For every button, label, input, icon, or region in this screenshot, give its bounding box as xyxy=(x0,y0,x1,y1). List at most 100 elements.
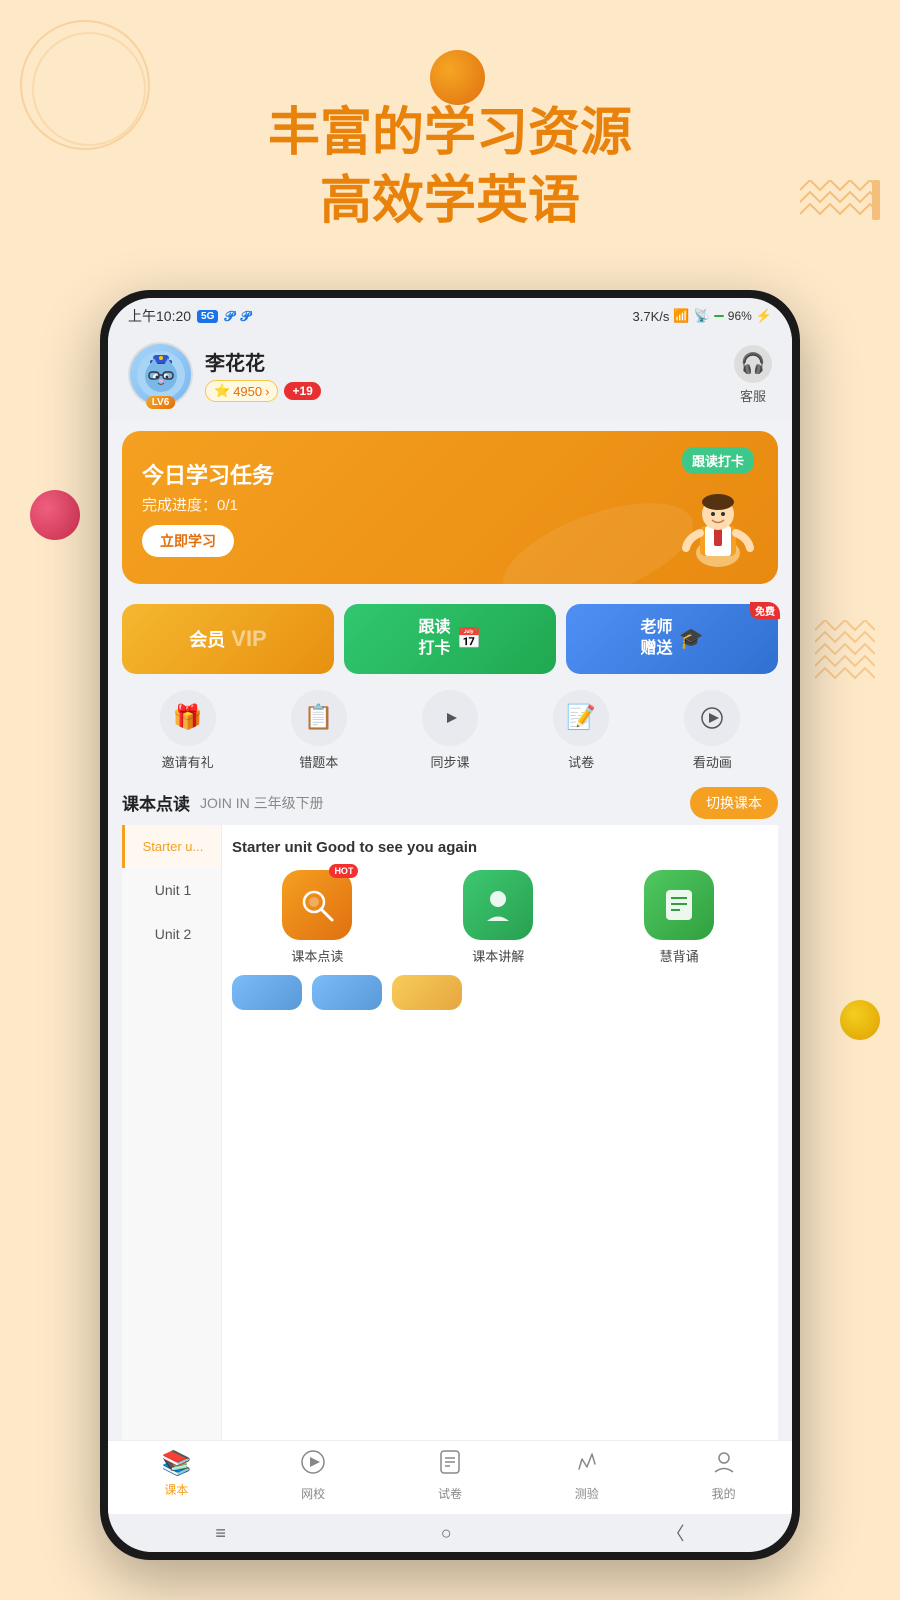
hero-section: 丰富的学习资源 高效学英语 xyxy=(0,100,900,235)
teacher-gift-button[interactable]: 免费 老师赠送 🎓 xyxy=(566,604,778,674)
invite-label: 邀请有礼 xyxy=(162,752,214,771)
sync-label: 同步课 xyxy=(430,752,469,771)
nav-test-icon xyxy=(574,1449,600,1482)
status-time: 上午10:20 xyxy=(128,306,191,326)
sync-icon xyxy=(422,690,478,746)
vip-label: 会员 xyxy=(189,626,225,652)
animation-item[interactable]: 看动画 xyxy=(684,690,740,771)
level-badge: LV6 xyxy=(146,396,176,409)
lesson-card-explain[interactable]: 课本讲解 xyxy=(413,870,584,965)
more-card-1 xyxy=(232,975,302,1010)
task-badge: 跟读打卡 xyxy=(682,447,754,474)
memory-label: 慧背诵 xyxy=(660,946,699,965)
status-5g: 5G xyxy=(197,310,218,323)
task-title: 今日学习任务 xyxy=(142,458,274,490)
lesson-explain-label: 课本讲解 xyxy=(472,946,524,965)
status-bar: 上午10:20 5G 𝒫 𝒫 3.7K/s 📶 📡 96% ⚡ xyxy=(108,298,792,334)
textbook-reading-label: 课本点读 xyxy=(291,946,343,965)
more-card-2 xyxy=(312,975,382,1010)
back-gesture[interactable]: 〈 xyxy=(667,1520,685,1546)
unit-sidebar: Starter u... Unit 1 Unit 2 xyxy=(122,825,222,1440)
profile-left: LV6 李花花 ⭐ 4950 › +19 xyxy=(128,342,321,407)
errors-label: 错题本 xyxy=(299,752,338,771)
lesson-title: Starter unit Good to see you again xyxy=(232,839,768,856)
textbook-name: JOIN IN 三年级下册 xyxy=(200,793,324,813)
battery-value: 96% xyxy=(728,309,752,323)
sync-item[interactable]: 同步课 xyxy=(422,690,478,771)
hero-line2: 高效学英语 xyxy=(0,168,900,236)
lesson-cards: HOT 课本点读 xyxy=(232,870,768,965)
more-card-3 xyxy=(392,975,462,1010)
orange-ball-decoration xyxy=(430,50,485,105)
invite-icon: 🎁 xyxy=(160,690,216,746)
phone-screen: 上午10:20 5G 𝒫 𝒫 3.7K/s 📶 📡 96% ⚡ xyxy=(108,298,792,1552)
nav-test[interactable]: 测验 xyxy=(557,1449,617,1502)
gift-icon: 🎓 xyxy=(679,626,704,651)
lesson-card-textbook[interactable]: HOT 课本点读 xyxy=(232,870,403,965)
animation-icon xyxy=(684,690,740,746)
phone-frame: 上午10:20 5G 𝒫 𝒫 3.7K/s 📶 📡 96% ⚡ xyxy=(100,290,800,1560)
vip-icon: VIP xyxy=(231,626,266,652)
icon-grid: 🎁 邀请有礼 📋 错题本 同步课 📝 试卷 xyxy=(122,690,778,771)
lesson-content: Starter unit Good to see you again HOT xyxy=(222,825,778,1440)
avatar-wrap[interactable]: LV6 xyxy=(128,342,193,407)
task-progress: 完成进度：0/1 xyxy=(142,494,274,515)
plus-badge: +19 xyxy=(284,382,320,400)
menu-gesture[interactable]: ≡ xyxy=(215,1523,226,1544)
wifi-icon: 📡 xyxy=(694,308,710,324)
signal-icon: 📶 xyxy=(673,308,689,324)
sidebar-item-starter[interactable]: Starter u... xyxy=(122,825,221,868)
sidebar-item-unit2[interactable]: Unit 2 xyxy=(122,912,221,956)
exam-label: 试卷 xyxy=(568,752,594,771)
start-learning-button[interactable]: 立即学习 xyxy=(142,525,234,557)
reading-button[interactable]: 跟读打卡 📅 xyxy=(344,604,556,674)
home-gesture[interactable]: ○ xyxy=(441,1523,452,1544)
nav-textbook[interactable]: 📚 课本 xyxy=(146,1449,206,1502)
profile-stars: ⭐ 4950 › +19 xyxy=(205,380,321,402)
battery-charging: ⚡ xyxy=(756,308,772,324)
status-left: 上午10:20 5G 𝒫 𝒫 xyxy=(128,306,251,326)
pink-ball-decoration xyxy=(30,490,80,540)
task-banner: 今日学习任务 完成进度：0/1 立即学习 跟读打卡 xyxy=(122,431,778,584)
phone-wrapper: 上午10:20 5G 𝒫 𝒫 3.7K/s 📶 📡 96% ⚡ xyxy=(100,290,800,1560)
nav-textbook-icon: 📚 xyxy=(161,1449,191,1478)
nav-mine-label: 我的 xyxy=(712,1485,736,1502)
nav-exam-icon xyxy=(437,1449,463,1482)
sidebar-item-unit1[interactable]: Unit 1 xyxy=(122,868,221,912)
animation-label: 看动画 xyxy=(693,752,732,771)
invite-item[interactable]: 🎁 邀请有礼 xyxy=(160,690,216,771)
profile-header: LV6 李花花 ⭐ 4950 › +19 🎧 xyxy=(108,334,792,421)
textbook-header: 课本点读 JOIN IN 三年级下册 切换课本 xyxy=(122,787,778,819)
nav-test-label: 测验 xyxy=(575,1485,599,1502)
textbook-reading-icon: HOT xyxy=(282,870,352,940)
status-speed: 3.7K/s xyxy=(633,309,670,324)
nav-mine[interactable]: 我的 xyxy=(694,1449,754,1502)
content-area: Starter u... Unit 1 Unit 2 Starter unit … xyxy=(122,825,778,1440)
errors-item[interactable]: 📋 错题本 xyxy=(291,690,347,771)
cs-icon: 🎧 xyxy=(734,345,772,383)
vip-button[interactable]: 会员 VIP xyxy=(122,604,334,674)
status-right: 3.7K/s 📶 📡 96% ⚡ xyxy=(633,308,772,324)
zigzag-mid-right xyxy=(815,620,875,700)
lesson-card-memory[interactable]: 慧背诵 xyxy=(594,870,765,965)
switch-textbook-button[interactable]: 切换课本 xyxy=(690,787,778,819)
textbook-header-left: 课本点读 JOIN IN 三年级下册 xyxy=(122,790,324,815)
battery-icon xyxy=(714,315,724,317)
status-p1: 𝒫 xyxy=(224,308,234,325)
task-right: 跟读打卡 xyxy=(678,447,758,568)
nav-exam-label: 试卷 xyxy=(438,1485,462,1502)
hot-tag: HOT xyxy=(329,864,358,878)
customer-service[interactable]: 🎧 客服 xyxy=(734,345,772,405)
star-score[interactable]: ⭐ 4950 › xyxy=(205,380,278,402)
nav-school-icon xyxy=(300,1449,326,1482)
nav-textbook-label: 课本 xyxy=(164,1481,188,1498)
cs-label: 客服 xyxy=(740,386,766,405)
teacher-gift-label: 老师赠送 xyxy=(641,618,673,660)
nav-mine-icon xyxy=(711,1449,737,1482)
errors-icon: 📋 xyxy=(291,690,347,746)
nav-school[interactable]: 网校 xyxy=(283,1449,343,1502)
exam-item[interactable]: 📝 试卷 xyxy=(553,690,609,771)
hero-line1: 丰富的学习资源 xyxy=(0,100,900,168)
bottom-nav: 📚 课本 网校 试卷 xyxy=(108,1440,792,1514)
nav-exam[interactable]: 试卷 xyxy=(420,1449,480,1502)
